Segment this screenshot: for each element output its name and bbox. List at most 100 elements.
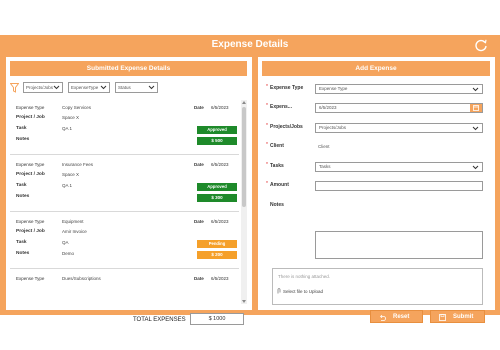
client-value: Client	[318, 144, 330, 149]
task-label: Task	[16, 126, 27, 131]
expense-card[interactable]: Expense Type Insurance Fees Project / Jo…	[10, 157, 239, 212]
tasks-field-label: Tasks	[270, 163, 284, 169]
required-marker: *	[266, 162, 268, 168]
expense-date-picker[interactable]: 6/5/2023	[315, 103, 483, 113]
date-label: Date	[194, 162, 204, 167]
expense-list-scrollbar[interactable]	[241, 100, 247, 304]
date-value: 6/5/2023	[211, 162, 229, 167]
tasks-dropdown-value: Tasks	[319, 164, 331, 169]
projects-dropdown[interactable]: Projects/Jobs	[315, 123, 483, 133]
required-marker: *	[266, 181, 268, 187]
date-label: Date	[194, 276, 204, 281]
total-expenses-value: $ 1000	[190, 313, 244, 325]
notes-field-label: Notes	[270, 202, 284, 208]
expense-date-value: 6/5/2023	[319, 105, 337, 110]
total-expenses-label: TOTAL EXPENSES	[133, 317, 186, 323]
tasks-dropdown[interactable]: Tasks	[315, 162, 483, 172]
notes-label: Notes	[16, 194, 30, 199]
save-icon	[439, 314, 446, 321]
client-field-label: Client	[270, 143, 284, 149]
submit-button[interactable]: Submit	[430, 310, 485, 323]
status-badge: Approved	[197, 183, 237, 191]
required-marker: *	[266, 84, 268, 90]
expense-type-value: Copy Services	[62, 105, 92, 110]
task-label: Task	[16, 183, 27, 188]
calendar-icon	[473, 105, 479, 111]
expense-card[interactable]: Expense Type Equipment Project / Job Ami…	[10, 214, 239, 269]
date-value: 6/5/2023	[211, 105, 229, 110]
attachments-empty-text: There is nothing attached.	[278, 274, 331, 279]
amount-badge: $ 300	[197, 194, 237, 202]
calendar-button[interactable]	[470, 104, 482, 112]
date-value: 6/5/2023	[211, 219, 229, 224]
expense-app: Expense Details Submitted Expense Detail…	[0, 35, 500, 325]
task-value: QA 1	[62, 126, 73, 131]
notes-value: Demo	[62, 251, 75, 256]
notes-label: Notes	[16, 251, 30, 256]
filter-icon[interactable]	[10, 83, 19, 93]
filter-expensetype-dropdown[interactable]: ExpenseType	[68, 82, 110, 93]
expense-type-label: Expense Type	[16, 219, 45, 224]
filter-expensetype-label: ExpenseType	[71, 85, 99, 90]
reset-button-label: Reset	[393, 314, 410, 320]
scroll-thumb[interactable]	[242, 107, 246, 207]
task-value: QA 1	[62, 183, 73, 188]
chevron-down-icon	[472, 126, 479, 131]
amount-badge: $ 500	[197, 137, 237, 145]
task-label: Task	[16, 240, 27, 245]
expense-type-dropdown-value: Expense Type	[319, 86, 348, 91]
amount-input[interactable]	[315, 181, 483, 191]
expense-type-label: Expense Type	[16, 105, 45, 110]
scroll-up-arrow-icon[interactable]	[242, 101, 246, 104]
expense-type-value: Equipment	[62, 219, 84, 224]
expense-type-value: Dues/Subscriptions	[62, 276, 101, 281]
filter-status-label: Status	[118, 85, 131, 90]
expense-list: Expense Type Copy Services Project / Job…	[10, 100, 239, 304]
app-title: Expense Details	[211, 39, 289, 50]
submitted-expenses-title: Submitted Expense Details	[10, 61, 247, 76]
undo-icon	[380, 314, 386, 321]
chevron-down-icon	[100, 85, 107, 90]
notes-textarea[interactable]	[315, 231, 483, 259]
add-expense-title: Add Expense	[262, 61, 490, 76]
filter-projects-label: Projects/Jobs	[26, 85, 54, 90]
chevron-down-icon	[472, 165, 479, 170]
amount-badge: $ 200	[197, 251, 237, 259]
required-marker: *	[266, 123, 268, 129]
expense-type-dropdown[interactable]: Expense Type	[315, 84, 483, 94]
status-badge: Approved	[197, 126, 237, 134]
date-label: Date	[194, 105, 204, 110]
required-marker: *	[266, 142, 268, 148]
projects-dropdown-value: Projects/Jobs	[319, 125, 347, 130]
chevron-down-icon	[148, 85, 155, 90]
app-header: Expense Details	[0, 35, 500, 55]
expense-type-label: Expense Type	[16, 162, 45, 167]
expense-type-label: Expense Type	[16, 276, 45, 281]
submit-button-label: Submit	[453, 314, 474, 320]
project-label: Project / Job	[16, 115, 45, 120]
expense-card[interactable]: Expense Type Copy Services Project / Job…	[10, 100, 239, 155]
expense-card[interactable]: Expense Type Dues/Subscriptions Date 6/5…	[10, 271, 239, 304]
task-value: QA	[62, 240, 69, 245]
project-label: Project / Job	[16, 172, 45, 177]
date-value: 6/5/2023	[211, 276, 229, 281]
chevron-down-icon	[472, 87, 479, 92]
submitted-expenses-panel: Submitted Expense Details Projects/Jobs …	[6, 57, 252, 325]
select-file-to-upload-link[interactable]: Select file to Upload	[283, 289, 323, 294]
attachments-box: There is nothing attached. Select file t…	[272, 268, 483, 305]
project-value: Space X	[62, 115, 80, 120]
reset-button[interactable]: Reset	[370, 310, 423, 323]
project-value: Space X	[62, 172, 80, 177]
expense-date-field-label: Expens...	[270, 104, 292, 110]
project-value: Amir Invoice	[62, 229, 87, 234]
projects-field-label: Projects/Jobs	[270, 124, 303, 130]
filter-projects-dropdown[interactable]: Projects/Jobs	[23, 82, 63, 93]
expense-type-value: Insurance Fees	[62, 162, 94, 167]
project-label: Project / Job	[16, 229, 45, 234]
refresh-icon[interactable]	[474, 38, 488, 52]
date-label: Date	[194, 219, 204, 224]
scroll-down-arrow-icon[interactable]	[242, 300, 246, 303]
filter-status-dropdown[interactable]: Status	[115, 82, 158, 93]
add-expense-panel: Add Expense * Expense Type Expense Type …	[258, 57, 495, 323]
required-marker: *	[266, 103, 268, 109]
